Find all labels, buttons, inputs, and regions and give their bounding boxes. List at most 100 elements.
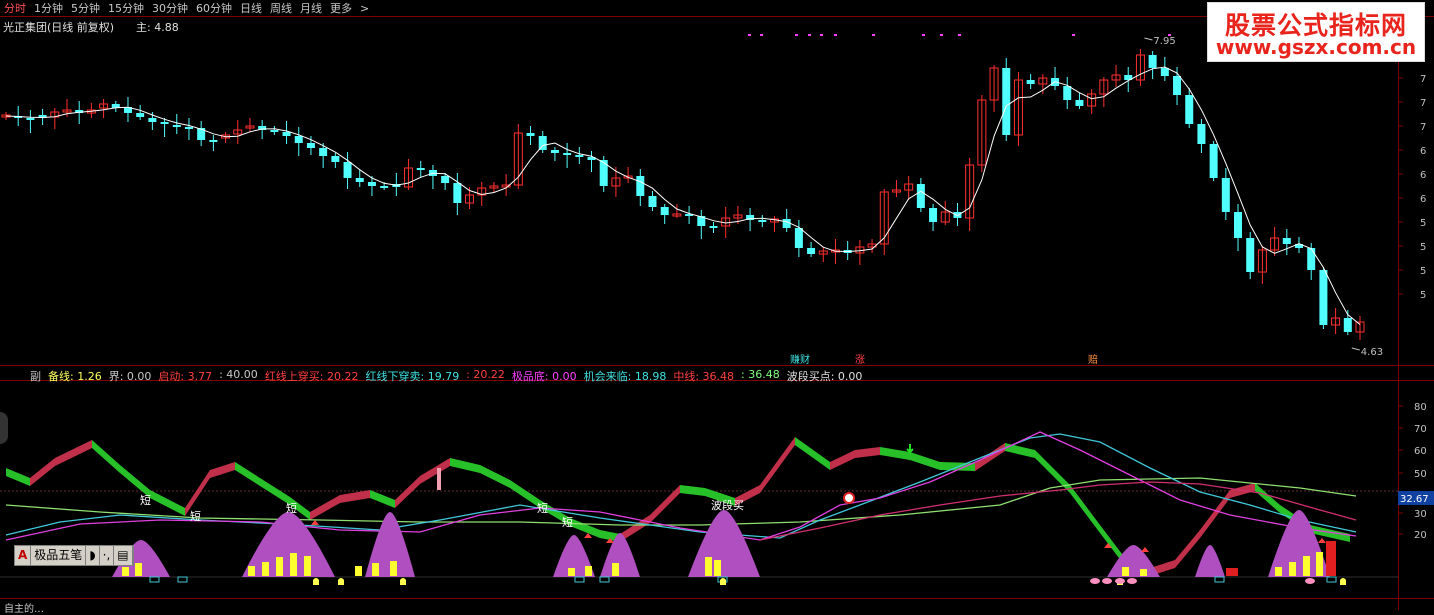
candle-body bbox=[343, 162, 352, 178]
period-tab-6[interactable]: 日线 bbox=[240, 0, 262, 16]
oscillator-segment bbox=[210, 462, 235, 478]
candle-body bbox=[1307, 248, 1316, 270]
oscillator-segment bbox=[235, 462, 260, 486]
candle-body bbox=[929, 208, 938, 222]
red-volume-bar bbox=[1326, 541, 1336, 576]
buy-arrow-4 bbox=[1141, 547, 1149, 552]
pink-lips-icon-1 bbox=[1102, 578, 1112, 584]
candle-body bbox=[709, 226, 718, 228]
oscillator-segment bbox=[510, 480, 540, 508]
candle-body bbox=[1026, 80, 1035, 84]
yellow-bar-17 bbox=[1275, 567, 1282, 576]
yellow-bar-4 bbox=[276, 557, 283, 576]
legend-item-7: : 20.22 bbox=[466, 368, 505, 381]
candle-body bbox=[453, 183, 462, 203]
purple-area-7 bbox=[1195, 545, 1225, 577]
hand-icon-1 bbox=[338, 578, 344, 585]
oscillator-segment bbox=[450, 458, 480, 473]
candle-body bbox=[526, 133, 535, 136]
sub-annotation-4: 短 bbox=[562, 515, 573, 529]
ime-item-3[interactable]: ·, bbox=[100, 546, 115, 565]
stock-title: 光正集团(日线 前复权) bbox=[3, 21, 115, 34]
ime-item-1[interactable]: 极品五笔 bbox=[31, 546, 87, 565]
red-small-bar bbox=[1226, 568, 1238, 576]
period-tab-0[interactable]: 分时 bbox=[4, 0, 26, 16]
signal-dot-3 bbox=[808, 34, 811, 36]
candle-body bbox=[660, 207, 669, 215]
ma-line bbox=[5, 66, 1361, 325]
sub-annotation-3: 短 bbox=[537, 501, 548, 515]
period-tab-1[interactable]: 1分钟 bbox=[34, 0, 63, 16]
pink-lips-icon-0 bbox=[1090, 578, 1100, 584]
low-pointer bbox=[1351, 347, 1360, 351]
legend-item-8: 极品底: 0.00 bbox=[511, 370, 577, 383]
period-tab-9[interactable]: 更多 bbox=[330, 0, 352, 16]
sub-annotation-5: 波段买 bbox=[711, 498, 744, 512]
main-indicator-label: 主: 4.88 bbox=[136, 19, 179, 35]
candle-body bbox=[1282, 238, 1291, 244]
hand-icon-3 bbox=[720, 578, 726, 585]
main-label-name: 主 bbox=[136, 21, 147, 34]
kline-chart[interactable]: 77766655557.954.63赚财涨赔8070605040302032.6… bbox=[0, 0, 1434, 610]
price-axis-label-3: 6 bbox=[1420, 146, 1426, 157]
price-axis-label-7: 5 bbox=[1420, 242, 1426, 253]
price-axis-label-8: 5 bbox=[1420, 266, 1426, 277]
candle-body bbox=[26, 118, 35, 120]
candle-body bbox=[1209, 144, 1218, 178]
pink-lips-icon-2 bbox=[1115, 578, 1125, 584]
candle-body bbox=[794, 228, 803, 248]
period-tab-8[interactable]: 月线 bbox=[300, 0, 322, 16]
candle-body bbox=[367, 182, 376, 186]
candle-body bbox=[1221, 178, 1230, 212]
ime-status-bar[interactable]: A 极品五笔 ◗ ·, ▤ bbox=[14, 545, 134, 566]
candle-body bbox=[160, 122, 169, 124]
ime-item-0[interactable]: A bbox=[15, 546, 32, 565]
sub-axis-label-3: 50 bbox=[1414, 469, 1427, 480]
candle-body bbox=[575, 155, 584, 157]
buy-arrow-5 bbox=[1318, 538, 1326, 543]
oscillator-segment bbox=[92, 440, 120, 473]
yellow-bar-18 bbox=[1289, 562, 1296, 576]
candle-body bbox=[916, 184, 925, 208]
legend-item-5: 红线上穿买: 20.22 bbox=[264, 370, 359, 383]
candle-body bbox=[1160, 68, 1169, 76]
ime-item-4[interactable]: ▤ bbox=[114, 546, 133, 565]
main-marker-0: 赚财 bbox=[790, 353, 810, 366]
candle-body bbox=[1148, 55, 1157, 68]
period-tab-2[interactable]: 5分钟 bbox=[71, 0, 100, 16]
oscillator-segment bbox=[6, 468, 30, 486]
signal-dot-8 bbox=[940, 34, 943, 36]
candle-body bbox=[1234, 212, 1243, 238]
price-axis-label-9: 5 bbox=[1420, 290, 1426, 301]
legend-item-0: 副 bbox=[30, 370, 41, 383]
candle-body bbox=[380, 186, 389, 188]
period-tab-5[interactable]: 60分钟 bbox=[196, 0, 232, 16]
signal-dot-7 bbox=[922, 34, 925, 36]
period-tab-7[interactable]: 周线 bbox=[270, 0, 292, 16]
panel-collapse-handle[interactable] bbox=[0, 412, 8, 444]
candle-body bbox=[563, 153, 572, 155]
signal-dot-9 bbox=[958, 34, 961, 36]
period-tab-10[interactable]: > bbox=[360, 2, 369, 15]
yellow-bar-16 bbox=[1140, 569, 1147, 576]
sub-axis-label-6: 20 bbox=[1414, 530, 1427, 541]
yellow-bar-8 bbox=[372, 563, 379, 576]
candle-body bbox=[807, 248, 816, 254]
legend-item-11: : 36.48 bbox=[741, 368, 780, 381]
candle-body bbox=[306, 143, 315, 148]
oscillator-segment bbox=[150, 490, 185, 516]
legend-item-9: 机会来临: 18.98 bbox=[583, 370, 667, 383]
period-tab-4[interactable]: 30分钟 bbox=[152, 0, 188, 16]
hand-icon-0 bbox=[313, 578, 319, 585]
cyan-marker-1 bbox=[177, 576, 188, 583]
ime-item-2[interactable]: ◗ bbox=[86, 546, 100, 565]
sub-annotation-0: 短 bbox=[140, 493, 151, 507]
period-tab-3[interactable]: 15分钟 bbox=[108, 0, 144, 16]
candle-body bbox=[172, 125, 181, 127]
yellow-bar-20 bbox=[1316, 552, 1323, 576]
yellow-bar-9 bbox=[390, 561, 397, 576]
main-marker-1: 涨 bbox=[855, 354, 865, 366]
oscillator-segment bbox=[680, 485, 705, 496]
yellow-bar-12 bbox=[612, 563, 619, 576]
sub-axis-label-0: 80 bbox=[1414, 402, 1427, 413]
